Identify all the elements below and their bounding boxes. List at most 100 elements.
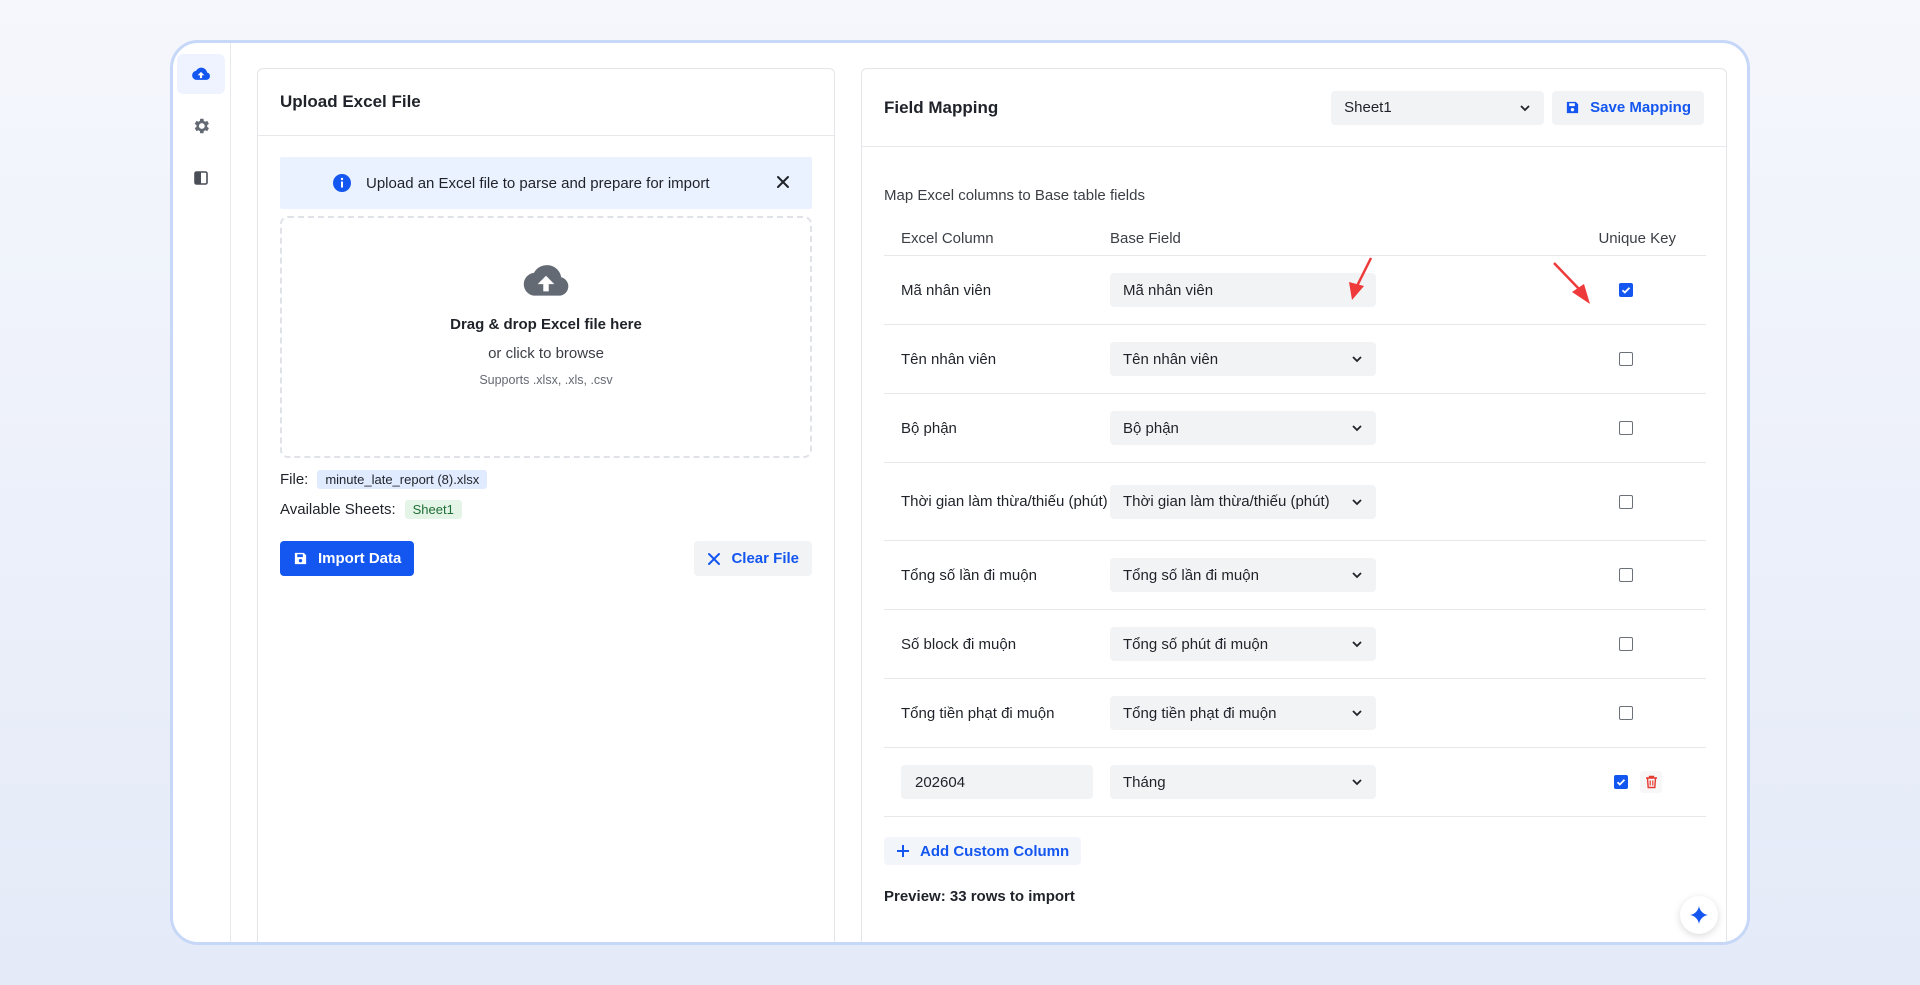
sidebar bbox=[173, 43, 231, 942]
delete-row-button[interactable] bbox=[1640, 771, 1662, 793]
base-field-value: Tên nhân viên bbox=[1123, 350, 1219, 368]
cloud-upload-icon bbox=[192, 67, 210, 80]
table-row: Tên nhân viên Tên nhân viên bbox=[884, 325, 1706, 394]
unique-key-checkbox[interactable] bbox=[1619, 637, 1633, 651]
sheet-select[interactable]: Sheet1 bbox=[1331, 90, 1545, 125]
base-field-value: Bộ phận bbox=[1123, 419, 1179, 437]
file-dropzone[interactable]: Drag & drop Excel file here or click to … bbox=[280, 216, 812, 458]
add-custom-column-button[interactable]: Add Custom Column bbox=[884, 837, 1082, 865]
base-field-select[interactable]: Tổng tiền phạt đi muộn bbox=[1110, 696, 1376, 730]
dropzone-title: Drag & drop Excel file here bbox=[450, 316, 642, 333]
app-window: Upload Excel File Upload an Excel file t… bbox=[170, 40, 1750, 945]
sidebar-panel-icon bbox=[194, 171, 208, 185]
mapping-header-actions: Sheet1 Save Mapping bbox=[1331, 90, 1704, 125]
field-mapping-panel: Field Mapping Sheet1 Save Mapping Map Ex… bbox=[861, 68, 1727, 942]
save-icon bbox=[1567, 101, 1579, 114]
sheet-select-value: Sheet1 bbox=[1344, 99, 1392, 116]
base-field-select[interactable]: Mã nhân viên bbox=[1110, 273, 1376, 307]
mapping-panel-header: Field Mapping Sheet1 Save Mapping bbox=[862, 69, 1726, 147]
chevron-down-icon bbox=[1520, 104, 1530, 111]
base-field-value: Tháng bbox=[1123, 773, 1166, 791]
excel-column-cell: Bộ phận bbox=[901, 419, 957, 437]
chevron-down-icon bbox=[1352, 710, 1362, 717]
checkmark-icon bbox=[1616, 779, 1626, 786]
unique-key-checkbox[interactable] bbox=[1619, 568, 1633, 582]
mapping-panel-title: Field Mapping bbox=[884, 97, 999, 117]
chevron-down-icon bbox=[1352, 641, 1362, 648]
unique-key-checkbox[interactable] bbox=[1614, 775, 1628, 789]
excel-column-cell: Tổng số lần đi muộn bbox=[901, 566, 1037, 584]
clear-file-button[interactable]: Clear File bbox=[694, 541, 812, 576]
base-field-value: Tổng số phút đi muộn bbox=[1123, 635, 1269, 653]
sheet-tag: Sheet1 bbox=[404, 499, 462, 519]
excel-column-cell: Mã nhân viên bbox=[901, 281, 992, 299]
ai-assistant-button[interactable] bbox=[1680, 896, 1718, 934]
base-field-select[interactable]: Thời gian làm thừa/thiếu (phút) bbox=[1110, 484, 1376, 519]
unique-key-checkbox[interactable] bbox=[1619, 706, 1633, 720]
base-field-select[interactable]: Tên nhân viên bbox=[1110, 342, 1376, 376]
file-name-tag: minute_late_report (8).xlsx bbox=[317, 469, 488, 489]
base-field-select[interactable]: Tổng số phút đi muộn bbox=[1110, 627, 1376, 661]
save-icon bbox=[294, 552, 307, 565]
mapping-subtitle: Map Excel columns to Base table fields bbox=[884, 187, 1145, 204]
chevron-down-icon bbox=[1352, 356, 1362, 363]
sidebar-item-upload[interactable] bbox=[177, 54, 225, 94]
import-data-button[interactable]: Import Data bbox=[280, 541, 415, 576]
clear-file-label: Clear File bbox=[731, 550, 799, 567]
base-field-value: Thời gian làm thừa/thiếu (phút) bbox=[1123, 493, 1330, 510]
save-mapping-button[interactable]: Save Mapping bbox=[1552, 90, 1704, 125]
table-row: Bộ phận Bộ phận bbox=[884, 394, 1706, 463]
excel-column-cell: Tổng tiền phạt đi muộn bbox=[901, 704, 1055, 722]
table-row: Tổng tiền phạt đi muộn Tổng tiền phạt đi… bbox=[884, 679, 1706, 748]
base-field-select[interactable]: Bộ phận bbox=[1110, 411, 1376, 445]
unique-key-checkbox[interactable] bbox=[1619, 421, 1633, 435]
unique-key-checkbox[interactable] bbox=[1619, 352, 1633, 366]
gear-icon bbox=[194, 118, 209, 134]
close-icon bbox=[708, 552, 721, 565]
unique-key-checkbox[interactable] bbox=[1619, 494, 1633, 509]
base-field-value: Tổng số lần đi muộn bbox=[1123, 566, 1259, 584]
upload-panel: Upload Excel File Upload an Excel file t… bbox=[257, 68, 835, 942]
sheets-info: Available Sheets: Sheet1 bbox=[280, 498, 812, 520]
base-field-value: Mã nhân viên bbox=[1123, 281, 1214, 299]
add-custom-column-label: Add Custom Column bbox=[920, 842, 1070, 860]
file-label: File: bbox=[280, 470, 309, 488]
upload-panel-header: Upload Excel File bbox=[258, 69, 834, 136]
sidebar-item-settings[interactable] bbox=[177, 106, 225, 146]
header-excel-column: Excel Column bbox=[901, 230, 994, 247]
chevron-down-icon bbox=[1352, 425, 1362, 432]
mapping-table: Excel Column Base Field Unique Key Mã nh… bbox=[884, 222, 1706, 817]
base-field-select[interactable]: Tháng bbox=[1110, 765, 1376, 799]
info-message: Upload an Excel file to parse and prepar… bbox=[366, 174, 710, 192]
sidebar-item-panel[interactable] bbox=[177, 158, 225, 198]
checkmark-icon bbox=[1621, 287, 1631, 294]
plus-icon bbox=[897, 845, 909, 857]
sparkle-icon bbox=[1690, 906, 1708, 924]
cloud-upload-icon bbox=[523, 265, 569, 296]
chevron-down-icon bbox=[1352, 779, 1362, 786]
chevron-down-icon bbox=[1352, 572, 1362, 579]
custom-table-row: Tháng bbox=[884, 748, 1706, 817]
file-info: File: minute_late_report (8).xlsx bbox=[280, 468, 812, 490]
dropzone-subtitle: or click to browse bbox=[488, 345, 604, 362]
import-data-label: Import Data bbox=[318, 550, 402, 567]
upload-actions: Import Data Clear File bbox=[280, 541, 812, 576]
trash-icon bbox=[1645, 775, 1657, 789]
info-icon bbox=[333, 174, 351, 192]
chevron-down-icon bbox=[1352, 498, 1362, 505]
base-field-select[interactable]: Tổng số lần đi muộn bbox=[1110, 558, 1376, 592]
upload-panel-title: Upload Excel File bbox=[280, 92, 421, 111]
table-row: Thời gian làm thừa/thiếu (phút) Thời gia… bbox=[884, 463, 1706, 541]
table-row: Tổng số lần đi muộn Tổng số lần đi muộn bbox=[884, 541, 1706, 610]
info-banner: Upload an Excel file to parse and prepar… bbox=[280, 157, 812, 209]
custom-column-input[interactable] bbox=[901, 765, 1093, 799]
annotation-arrow-icon bbox=[1553, 262, 1590, 304]
unique-key-checkbox[interactable] bbox=[1619, 283, 1633, 297]
dropzone-supported-formats: Supports .xlsx, .xls, .csv bbox=[479, 373, 613, 387]
excel-column-cell: Thời gian làm thừa/thiếu (phút) bbox=[901, 493, 1108, 510]
close-icon[interactable] bbox=[772, 171, 794, 193]
header-base-field: Base Field bbox=[1110, 230, 1181, 247]
table-row: Số block đi muộn Tổng số phút đi muộn bbox=[884, 610, 1706, 679]
excel-column-cell: Tên nhân viên bbox=[901, 350, 997, 368]
header-unique-key: Unique Key bbox=[1598, 230, 1676, 247]
